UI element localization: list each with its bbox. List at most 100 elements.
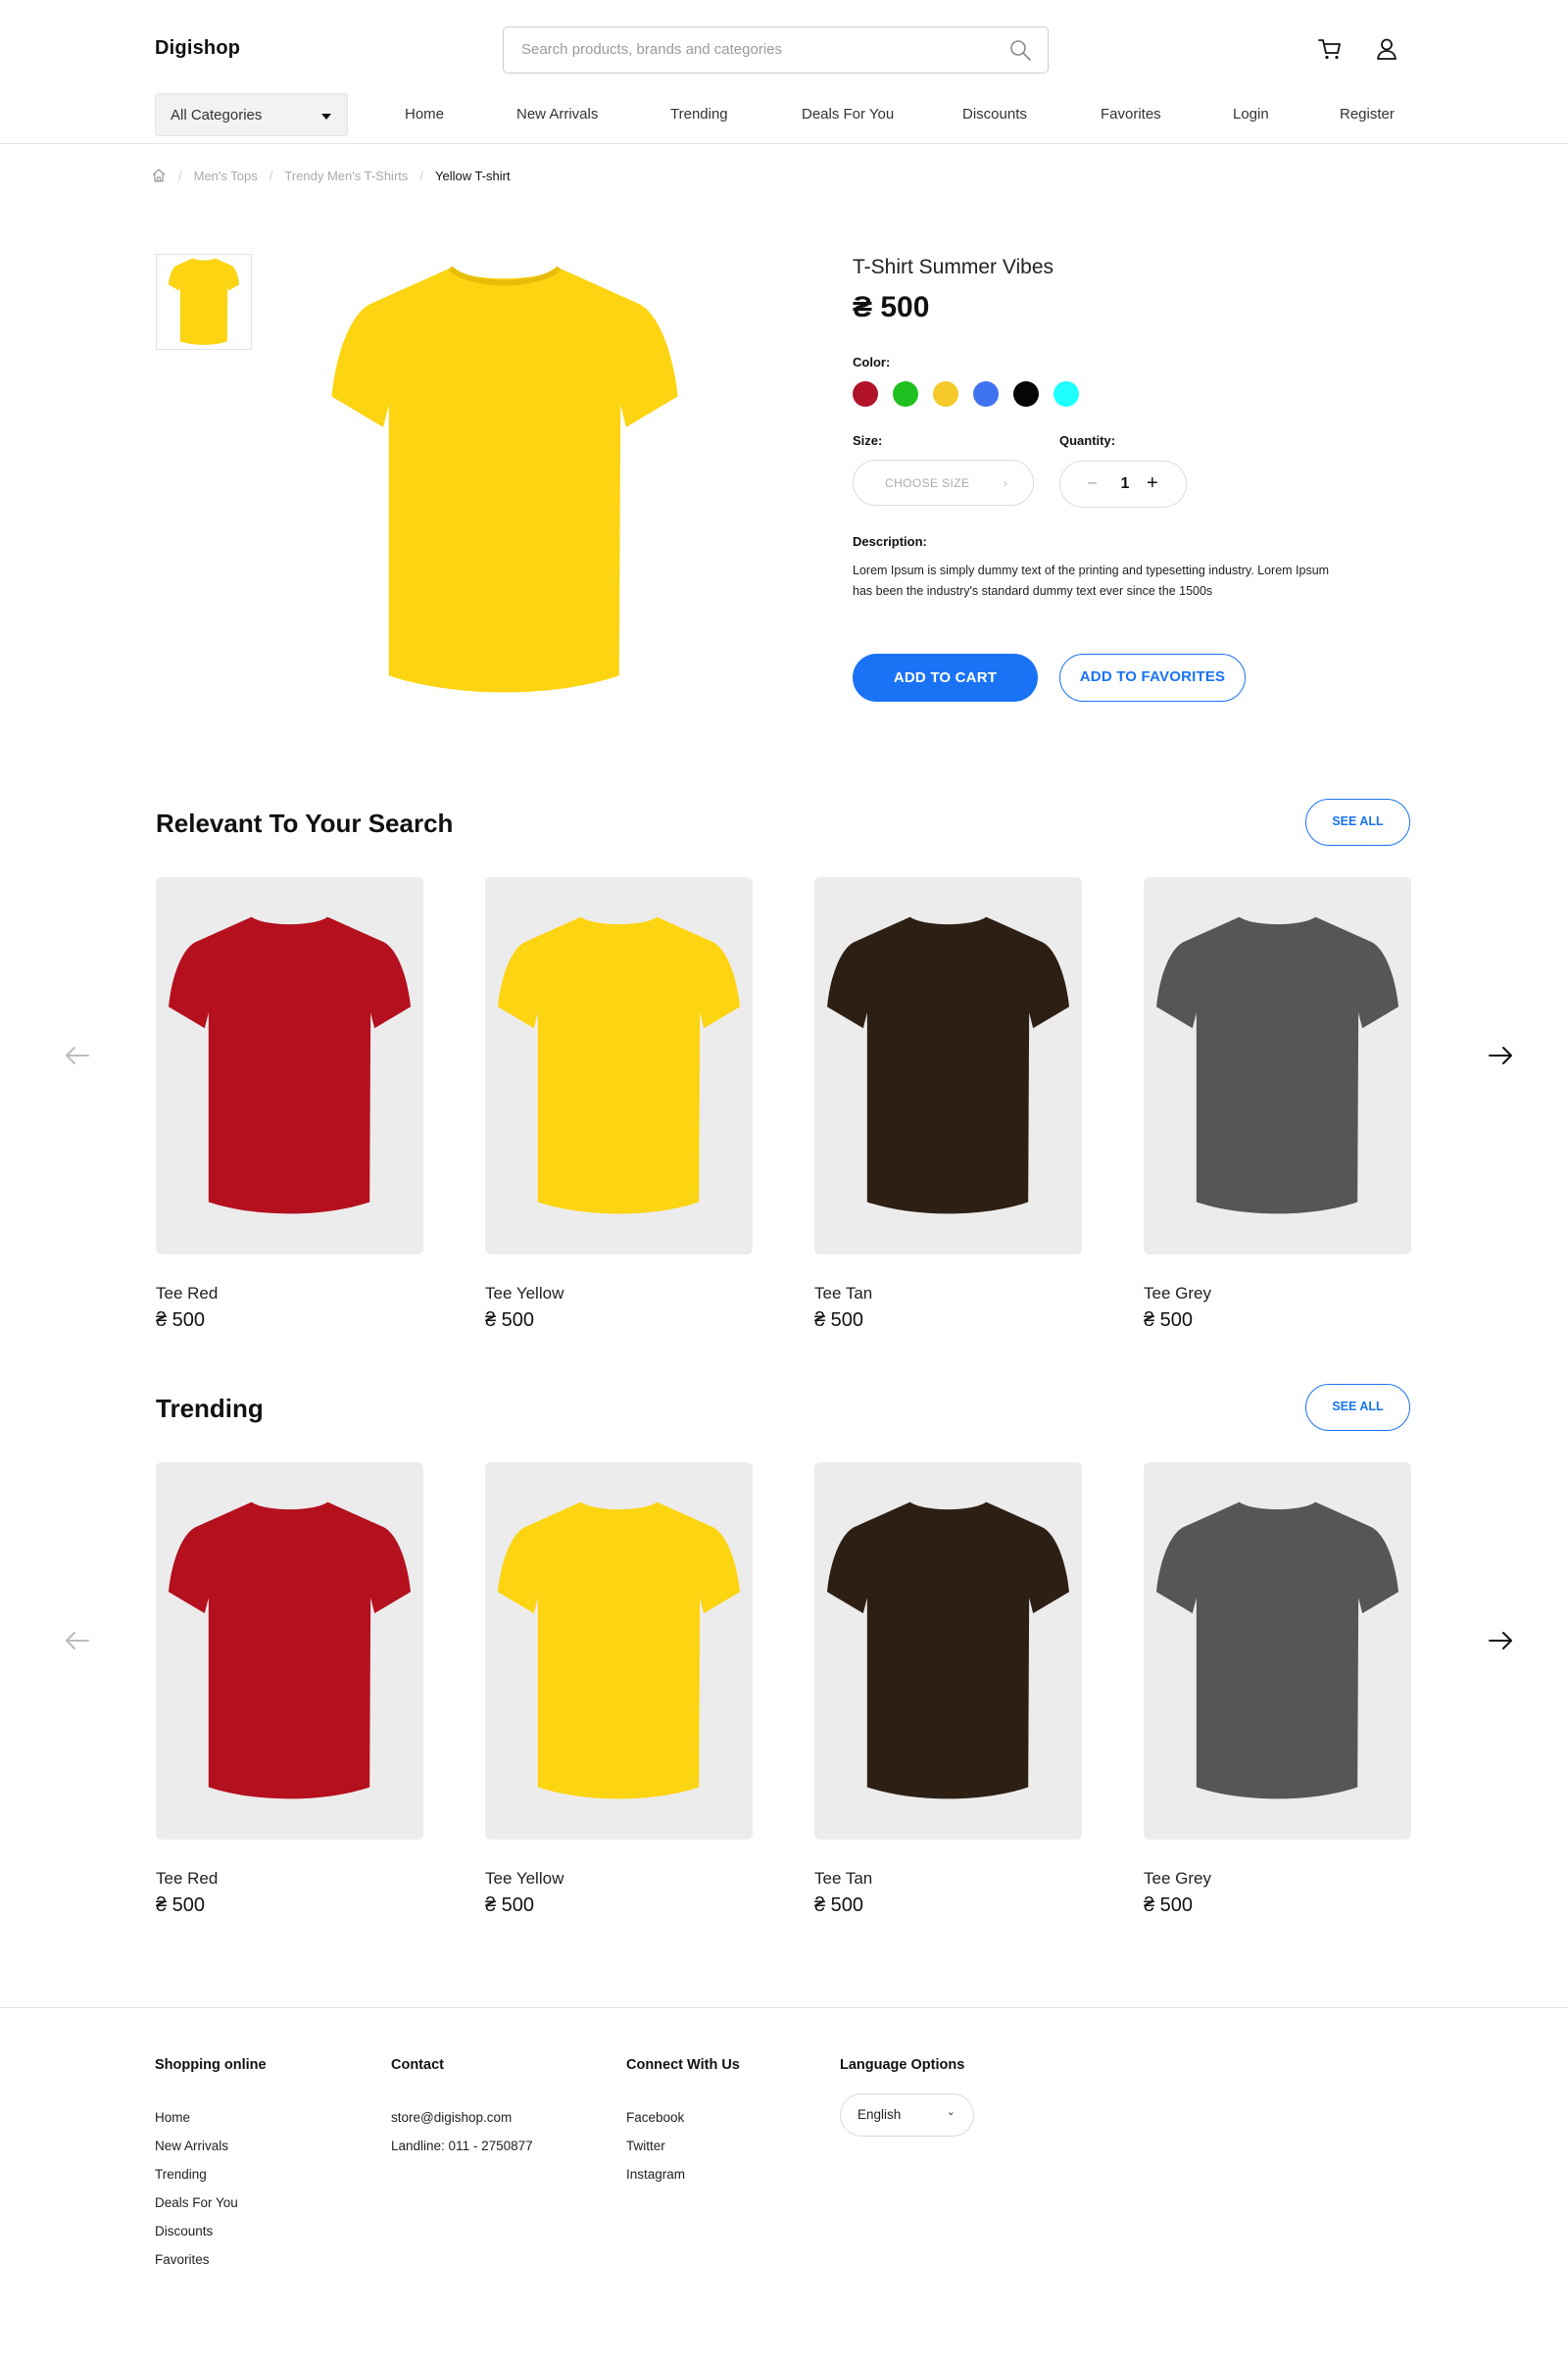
add-to-cart-button[interactable]: ADD TO CART <box>853 654 1038 702</box>
see-all-trending-button[interactable]: SEE ALL <box>1305 1384 1410 1431</box>
quantity-value: 1 <box>1120 475 1130 492</box>
product-card[interactable] <box>814 877 1082 1254</box>
product-card-price: ₴ 500 <box>156 1894 206 1916</box>
footer-link-new-arrivals[interactable]: New Arrivals <box>155 2139 228 2153</box>
product-card-name[interactable]: Tee Red <box>156 1869 218 1889</box>
section-title-relevant: Relevant To Your Search <box>156 809 454 838</box>
product-card[interactable] <box>485 1462 753 1840</box>
product-card-name[interactable]: Tee Grey <box>1144 1869 1211 1889</box>
home-icon[interactable] <box>151 168 167 183</box>
breadcrumb-item[interactable]: Men's Tops <box>194 169 258 183</box>
tshirt-image <box>168 916 412 1214</box>
color-swatch-blue[interactable] <box>973 381 999 407</box>
footer-heading-contact: Contact <box>391 2057 444 2073</box>
product-card-name[interactable]: Tee Yellow <box>485 1284 564 1303</box>
product-card[interactable] <box>156 1462 423 1840</box>
breadcrumb-separator: / <box>269 168 273 183</box>
header-divider <box>0 143 1568 144</box>
size-select-label: CHOOSE SIZE <box>885 476 970 490</box>
footer-link-twitter[interactable]: Twitter <box>626 2139 665 2153</box>
product-card[interactable] <box>814 1462 1082 1840</box>
color-swatch-yellow[interactable] <box>933 381 958 407</box>
color-swatch-black[interactable] <box>1013 381 1039 407</box>
search-input[interactable] <box>521 27 992 71</box>
product-card-name[interactable]: Tee Yellow <box>485 1869 564 1889</box>
quantity-stepper: – 1 + <box>1059 461 1187 508</box>
nav-link-favorites[interactable]: Favorites <box>1101 106 1161 123</box>
breadcrumb-current: Yellow T-shirt <box>435 168 511 183</box>
product-card-price: ₴ 500 <box>1144 1309 1194 1331</box>
color-label: Color: <box>853 355 891 369</box>
product-card-name[interactable]: Tee Tan <box>814 1284 872 1303</box>
category-select[interactable]: All Categories <box>155 93 348 136</box>
section-title-trending: Trending <box>156 1394 264 1423</box>
size-select[interactable]: CHOOSE SIZE › <box>853 460 1034 506</box>
color-swatch-green[interactable] <box>893 381 918 407</box>
footer-link-discounts[interactable]: Discounts <box>155 2224 213 2238</box>
nav-link-register[interactable]: Register <box>1340 106 1395 123</box>
product-card-price: ₴ 500 <box>156 1309 206 1331</box>
description-label: Description: <box>853 534 927 549</box>
product-card[interactable] <box>1144 877 1411 1254</box>
footer-divider <box>0 2007 1568 2008</box>
nav-link-login[interactable]: Login <box>1233 106 1269 123</box>
product-card-name[interactable]: Tee Red <box>156 1284 218 1303</box>
search-icon[interactable] <box>1008 38 1032 62</box>
product-card[interactable] <box>1144 1462 1411 1840</box>
arrow-left-icon[interactable] <box>63 1041 92 1070</box>
cart-icon[interactable] <box>1316 35 1344 63</box>
tshirt-image <box>826 916 1070 1214</box>
footer-link-facebook[interactable]: Facebook <box>626 2110 684 2125</box>
tshirt-image <box>826 1501 1070 1799</box>
nav-link-home[interactable]: Home <box>405 106 444 123</box>
footer-link-favorites[interactable]: Favorites <box>155 2252 210 2267</box>
footer-link-instagram[interactable]: Instagram <box>626 2167 685 2182</box>
color-swatches <box>853 381 1079 407</box>
tshirt-main-image <box>331 266 678 693</box>
tshirt-image <box>168 1501 412 1799</box>
user-icon[interactable] <box>1373 35 1400 63</box>
product-description: Lorem Ipsum is simply dummy text of the … <box>853 564 1330 598</box>
search-bar <box>503 26 1049 74</box>
footer-heading-connect: Connect With Us <box>626 2057 740 2073</box>
nav-link-trending[interactable]: Trending <box>670 106 728 123</box>
minus-icon[interactable]: – <box>1088 474 1097 492</box>
see-all-relevant-button[interactable]: SEE ALL <box>1305 799 1410 846</box>
chevron-right-icon: › <box>1003 475 1007 490</box>
product-card-price: ₴ 500 <box>485 1894 535 1916</box>
nav-link-discounts[interactable]: Discounts <box>962 106 1027 123</box>
breadcrumb-separator: / <box>419 168 424 183</box>
product-card-name[interactable]: Tee Grey <box>1144 1284 1211 1303</box>
product-card-name[interactable]: Tee Tan <box>814 1869 872 1889</box>
product-main-image <box>299 250 710 711</box>
arrow-left-icon[interactable] <box>63 1626 92 1655</box>
product-thumbnail[interactable] <box>156 254 252 350</box>
footer-heading-language: Language Options <box>840 2057 965 2073</box>
footer-link-deals-for-you[interactable]: Deals For You <box>155 2195 238 2210</box>
breadcrumb-separator: / <box>178 168 182 183</box>
breadcrumb-item[interactable]: Trendy Men's T-Shirts <box>284 169 408 183</box>
breadcrumb: / Men's Tops / Trendy Men's T-Shirts / Y… <box>151 168 511 183</box>
footer-contact-email[interactable]: store@digishop.com <box>391 2110 512 2125</box>
arrow-right-icon[interactable] <box>1486 1626 1515 1655</box>
footer-link-trending[interactable]: Trending <box>155 2167 207 2182</box>
plus-icon[interactable]: + <box>1147 472 1158 495</box>
tshirt-image <box>1155 1501 1399 1799</box>
arrow-right-icon[interactable] <box>1486 1041 1515 1070</box>
caret-down-icon <box>321 114 331 120</box>
footer-link-home[interactable]: Home <box>155 2110 190 2125</box>
product-card-price: ₴ 500 <box>814 1309 864 1331</box>
product-card-price: ₴ 500 <box>814 1894 864 1916</box>
product-card[interactable] <box>156 877 423 1254</box>
color-swatch-red[interactable] <box>853 381 878 407</box>
add-to-favorites-button[interactable]: ADD TO FAVORITES <box>1059 654 1246 702</box>
language-select[interactable]: English ⌄ <box>840 2093 974 2137</box>
size-label: Size: <box>853 433 883 448</box>
product-card-price: ₴ 500 <box>485 1309 535 1331</box>
nav-link-new-arrivals[interactable]: New Arrivals <box>516 106 598 123</box>
tshirt-image <box>1155 916 1399 1214</box>
product-card[interactable] <box>485 877 753 1254</box>
color-swatch-cyan[interactable] <box>1054 381 1079 407</box>
logo[interactable]: Digishop <box>155 37 240 60</box>
nav-link-deals-for-you[interactable]: Deals For You <box>802 106 894 123</box>
